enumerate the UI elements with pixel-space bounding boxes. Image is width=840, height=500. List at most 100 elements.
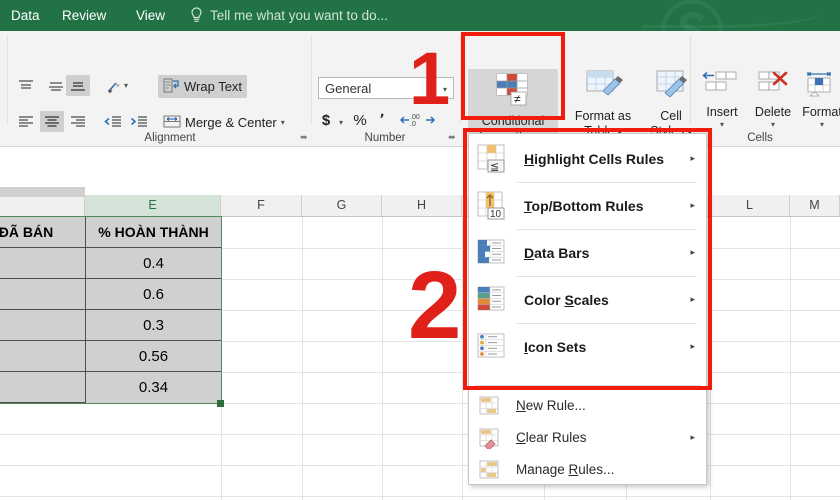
- delete-cells-button[interactable]: Delete ▾: [748, 71, 798, 129]
- merge-center-button[interactable]: Merge & Center ▾: [158, 111, 290, 134]
- column-header-h[interactable]: H: [382, 195, 462, 216]
- table-cell-d5[interactable]: 7: [0, 372, 85, 403]
- merge-center-caret-icon[interactable]: ▾: [281, 118, 285, 127]
- chevron-down-icon[interactable]: ▾: [443, 85, 447, 94]
- svg-text:.0: .0: [410, 121, 416, 128]
- percent-style-button[interactable]: %: [352, 109, 368, 131]
- submenu-arrow-icon[interactable]: ▸: [690, 247, 695, 258]
- submenu-arrow-icon[interactable]: ▸: [690, 153, 695, 164]
- conditional-formatting-menu[interactable]: ≦ Highlight Cells Rules ▸ 10 Top/Bottom …: [468, 133, 707, 485]
- submenu-arrow-icon[interactable]: ▸: [690, 432, 695, 443]
- column-header-m[interactable]: M: [790, 195, 840, 216]
- ribbon-tab-view[interactable]: View: [136, 6, 165, 25]
- gridline: [0, 434, 840, 435]
- table-cell-d1[interactable]: 0: [0, 248, 85, 279]
- menu-item-icon-sets[interactable]: Icon Sets ▸: [470, 324, 707, 369]
- number-format-value: General: [325, 80, 372, 96]
- wrap-text-label: Wrap Text: [184, 79, 243, 94]
- align-right-button[interactable]: [66, 111, 90, 132]
- table-cell-e1[interactable]: 0.4: [86, 248, 221, 279]
- menu-label-manage-rules: Manage Rules...: [516, 462, 615, 477]
- menu-item-color-scales[interactable]: Color Scales ▸: [470, 277, 707, 322]
- align-top-button[interactable]: [14, 75, 38, 96]
- column-header-f[interactable]: F: [221, 195, 302, 216]
- wrap-text-icon: [163, 78, 180, 96]
- table-cell-e2[interactable]: 0.6: [86, 279, 221, 310]
- column-header-d[interactable]: [0, 195, 85, 216]
- table-cell-d3[interactable]: 5: [0, 310, 85, 341]
- delete-label: Delete: [754, 105, 792, 119]
- number-dialog-launcher[interactable]: ⬌: [448, 132, 459, 143]
- comma-style-button[interactable]: ٬: [375, 109, 389, 131]
- menu-label-data-bars: Data Bars: [524, 244, 590, 261]
- delete-caret-icon[interactable]: ▾: [771, 120, 775, 129]
- tell-me-search-box[interactable]: Tell me what you want to do...: [190, 5, 388, 26]
- menu-item-new-rule[interactable]: New Rule...: [470, 390, 707, 421]
- column-header-e[interactable]: E: [85, 195, 221, 216]
- gridline: [0, 465, 840, 466]
- group-label-alignment: Alignment: [144, 132, 196, 144]
- ribbon-tab-review[interactable]: Review: [62, 6, 106, 25]
- table-cell-d2[interactable]: 0: [0, 279, 85, 310]
- menu-item-highlight-cells-rules[interactable]: ≦ Highlight Cells Rules ▸: [470, 136, 707, 181]
- column-header-row: E F G H L M: [0, 195, 840, 217]
- accounting-caret-icon[interactable]: ▾: [336, 111, 346, 133]
- fill-handle[interactable]: [217, 400, 224, 407]
- insert-cells-button[interactable]: Insert ▾: [697, 71, 747, 129]
- delete-icon: [753, 71, 793, 102]
- table-header-cell-d[interactable]: G ĐÃ BÁN: [0, 217, 85, 248]
- table-cell-e3[interactable]: 0.3: [86, 310, 221, 341]
- svg-text:.00: .00: [410, 114, 420, 121]
- menu-item-clear-rules[interactable]: Clear Rules ▸: [470, 422, 707, 453]
- highlight-cells-rules-icon: ≦: [476, 142, 510, 176]
- gridline: [382, 217, 383, 500]
- number-format-dropdown[interactable]: General ▾: [318, 77, 454, 99]
- align-middle-button[interactable]: [44, 75, 68, 96]
- spreadsheet-grid[interactable]: E F G H L M G ĐÃ BÁN 0 0 5 3 7 % HOÀN TH…: [0, 147, 840, 500]
- table-cell-e4[interactable]: 0.56: [86, 341, 221, 372]
- group-label-cells: Cells: [747, 132, 773, 144]
- menu-label-color-scales: Color Scales: [524, 291, 609, 308]
- menu-label-icon-sets: Icon Sets: [524, 338, 587, 355]
- increase-indent-button[interactable]: [126, 111, 150, 132]
- group-separator: [7, 35, 8, 123]
- table-cell-d4[interactable]: 3: [0, 341, 85, 372]
- insert-caret-icon[interactable]: ▾: [720, 120, 724, 129]
- align-left-button[interactable]: [14, 111, 38, 132]
- column-header-g[interactable]: G: [302, 195, 382, 216]
- align-bottom-button[interactable]: [66, 75, 90, 96]
- format-as-table-icon: [583, 69, 623, 106]
- menu-label-new-rule: New Rule...: [516, 398, 586, 413]
- merge-center-label: Merge & Center: [185, 115, 277, 130]
- alignment-dialog-launcher[interactable]: ⬌: [300, 132, 311, 143]
- table-header-cell-e[interactable]: % HOÀN THÀNH: [86, 217, 221, 248]
- format-as-table-button[interactable]: Format as Table ▾: [566, 69, 640, 140]
- submenu-arrow-icon[interactable]: ▸: [690, 294, 695, 305]
- gridline: [0, 403, 840, 404]
- decrease-indent-button[interactable]: [100, 111, 124, 132]
- column-header-l[interactable]: L: [710, 195, 790, 216]
- increase-decimal-button[interactable]: .00 .0: [399, 109, 421, 131]
- orientation-caret-icon[interactable]: ▾: [124, 81, 128, 90]
- format-cells-button[interactable]: Format ▾: [797, 71, 840, 129]
- menu-item-data-bars[interactable]: Data Bars ▸: [470, 230, 707, 275]
- submenu-arrow-icon[interactable]: ▸: [690, 200, 695, 211]
- format-caret-icon[interactable]: ▾: [820, 120, 824, 129]
- data-bars-icon: [476, 236, 510, 270]
- wrap-text-button[interactable]: Wrap Text: [158, 75, 248, 98]
- table-cell-e5[interactable]: 0.34: [86, 372, 221, 403]
- cell-styles-icon: [651, 69, 691, 106]
- menu-item-top-bottom-rules[interactable]: 10 Top/Bottom Rules ▸: [470, 183, 707, 228]
- menu-item-manage-rules[interactable]: Manage Rules...: [470, 454, 707, 485]
- align-center-button[interactable]: [40, 111, 64, 132]
- accounting-format-button[interactable]: $: [318, 109, 334, 131]
- submenu-arrow-icon[interactable]: ▸: [690, 341, 695, 352]
- decrease-decimal-button[interactable]: [424, 109, 446, 131]
- menu-label-top-bottom-rules: Top/Bottom Rules: [524, 197, 644, 214]
- table-cell-partial[interactable]: [0, 187, 85, 197]
- color-scales-icon: [476, 283, 510, 317]
- tell-me-placeholder: Tell me what you want to do...: [210, 8, 388, 23]
- ribbon-tab-data[interactable]: Data: [11, 6, 40, 25]
- gridline: [0, 496, 840, 497]
- icon-sets-icon: [476, 330, 510, 364]
